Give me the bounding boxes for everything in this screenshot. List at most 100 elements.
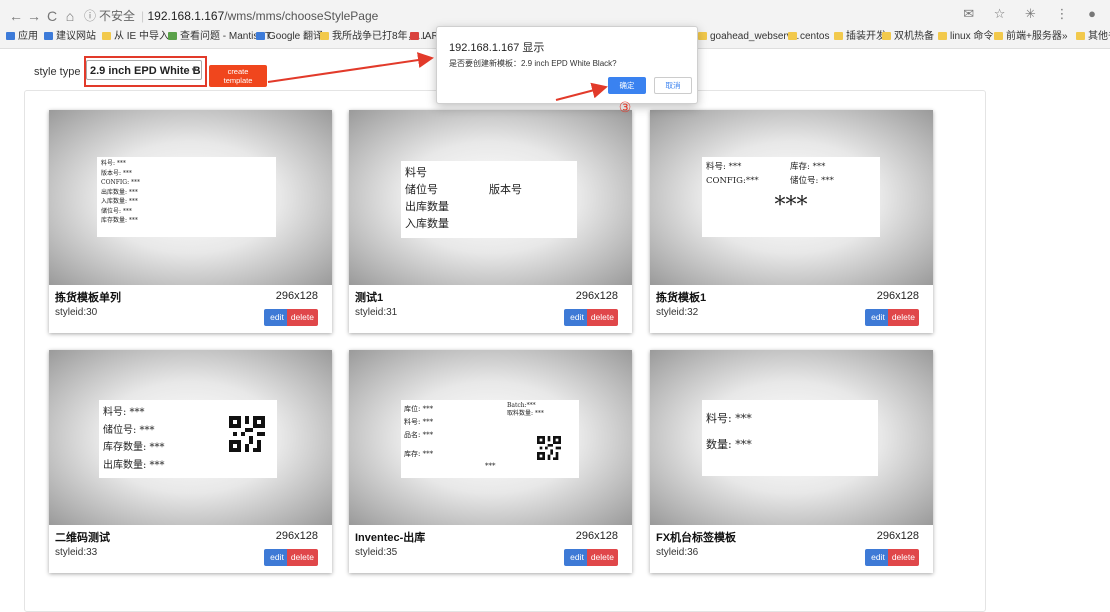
create-template-button[interactable]: create template	[209, 65, 267, 87]
template-styleid: styleid:30	[55, 307, 98, 318]
dialog-cancel-button[interactable]: 取消	[654, 77, 692, 94]
address-row: ← → C ⌂ ⓘ 不安全 | 192.168.1.167/wms/mms/choo…	[0, 4, 1110, 28]
edit-button[interactable]: edit	[264, 549, 290, 566]
address-bar[interactable]: ⓘ 不安全 | 192.168.1.167/wms/mms/chooseStyleP…	[84, 6, 378, 26]
edit-button[interactable]: edit	[564, 309, 590, 326]
bookmark-item[interactable]: 建议网站	[44, 31, 96, 43]
bookmarks-overflow[interactable]: »	[1062, 31, 1068, 43]
confirm-dialog: 192.168.1.167 显示 是否要创建新模板：2.9 inch EPD W…	[436, 26, 698, 104]
template-card[interactable]: 料号 储位号 版本号 出库数量 入库数量 测试1 296x128 styleid:3…	[349, 110, 632, 333]
template-size: 296x128	[876, 530, 919, 542]
delete-button[interactable]: delete	[887, 549, 919, 566]
qr-code-icon	[229, 416, 265, 452]
template-name: 测试1	[355, 292, 384, 304]
bookmark-item[interactable]: centos	[788, 31, 829, 43]
delete-button[interactable]: delete	[887, 309, 919, 326]
template-size: 296x128	[876, 290, 919, 302]
template-card[interactable]: 料号: *** 版本号: *** CONFIG: *** 出库数量: *** 入库数量:…	[49, 110, 332, 333]
iar-icon	[410, 32, 419, 40]
arrow-to-dialog	[267, 52, 434, 83]
bookmark-item[interactable]: 双机热备	[882, 31, 934, 43]
dialog-title: 192.168.1.167 显示	[449, 42, 545, 54]
template-preview: 料号: *** 库存: *** CONFIG:*** 储位号: *** ***	[650, 110, 933, 285]
bookmark-item[interactable]: linux 命令	[938, 31, 993, 43]
folder-icon	[788, 32, 797, 40]
template-styleid: styleid:33	[55, 547, 98, 558]
create-button-line1: create	[227, 67, 249, 76]
template-card[interactable]: 料号: *** 数量: *** FX机台标签模板 296x128 styleid:…	[650, 350, 933, 573]
template-size: 296x128	[275, 530, 318, 542]
label-preview: 料号 储位号 版本号 出库数量 入库数量	[401, 161, 577, 238]
bookmark-item[interactable]: IAR	[410, 31, 439, 43]
folder-icon	[882, 32, 891, 40]
url-path: /wms/mms/chooseStylePage	[224, 9, 379, 23]
select-highlight-box	[84, 56, 207, 87]
delete-button[interactable]: delete	[286, 549, 318, 566]
apps-icon	[6, 32, 15, 40]
folder-icon	[834, 32, 843, 40]
label-preview: 料号: *** 储位号: *** 库存数量: *** 出库数量: ***	[99, 400, 277, 478]
create-button-line2: template	[223, 76, 253, 85]
style-type-label: style type :	[34, 66, 87, 78]
dialog-message: 是否要创建新模板：2.9 inch EPD White Black?	[449, 59, 617, 68]
template-name: 二维码测试	[55, 532, 110, 544]
folder-icon	[938, 32, 947, 40]
template-name: Inventec-出库	[355, 532, 426, 544]
edit-button[interactable]: edit	[264, 309, 290, 326]
label-preview: 库位: *** 料号: *** 品名: *** 库存: *** Batch:*** …	[401, 400, 579, 478]
template-styleid: styleid:36	[656, 547, 699, 558]
template-name: FX机台标签模板	[656, 532, 737, 544]
template-card[interactable]: 料号: *** 储位号: *** 库存数量: *** 出库数量: *** 二维码测试 …	[49, 350, 332, 573]
template-styleid: styleid:35	[355, 547, 398, 558]
info-icon[interactable]: ⓘ	[84, 9, 96, 23]
edit-button[interactable]: edit	[564, 549, 590, 566]
marker-3: ③	[618, 99, 632, 115]
bookmark-apps[interactable]: 应用	[6, 31, 38, 43]
template-preview: 料号: *** 储位号: *** 库存数量: *** 出库数量: ***	[49, 350, 332, 525]
delete-button[interactable]: delete	[586, 549, 618, 566]
bookmark-item[interactable]: 插装开发	[834, 31, 886, 43]
mantis-icon	[168, 32, 177, 40]
template-preview: 料号 储位号 版本号 出库数量 入库数量	[349, 110, 632, 285]
bing-icon	[44, 32, 53, 40]
page-icon	[320, 32, 329, 40]
folder-icon	[1076, 32, 1085, 40]
back-icon[interactable]: ←	[8, 7, 24, 25]
toolbar-icons[interactable]: ✉ ☆ ✳ ⋮ ●	[963, 6, 1104, 22]
folder-icon	[102, 32, 111, 40]
template-name: 拣货模板1	[656, 292, 707, 304]
bookmark-item[interactable]: 前端+服务器	[994, 31, 1062, 43]
template-card[interactable]: 库位: *** 料号: *** 品名: *** 库存: *** Batch:*** …	[349, 350, 632, 573]
qr-code-icon	[537, 436, 561, 460]
dialog-ok-button[interactable]: 确定	[608, 77, 646, 94]
home-icon[interactable]: ⌂	[62, 7, 78, 25]
bookmark-item[interactable]: 从 IE 中导入	[102, 31, 169, 43]
template-styleid: styleid:32	[656, 307, 699, 318]
label-preview: 料号: *** 库存: *** CONFIG:*** 储位号: *** ***	[702, 157, 880, 237]
template-size: 296x128	[575, 530, 618, 542]
template-preview: 料号: *** 数量: ***	[650, 350, 933, 525]
template-preview: 料号: *** 版本号: *** CONFIG: *** 出库数量: *** 入库数量:…	[49, 110, 332, 285]
template-name: 拣货模板单列	[55, 292, 121, 304]
forward-icon[interactable]: →	[26, 7, 42, 25]
folder-icon	[994, 32, 1003, 40]
reload-icon[interactable]: C	[44, 7, 60, 25]
translate-icon	[256, 32, 265, 40]
template-preview: 库位: *** 料号: *** 品名: *** 库存: *** Batch:*** …	[349, 350, 632, 525]
template-styleid: styleid:31	[355, 307, 398, 318]
edit-button[interactable]: edit	[865, 309, 891, 326]
label-preview: 料号: *** 版本号: *** CONFIG: *** 出库数量: *** 入库数量:…	[97, 157, 276, 237]
delete-button[interactable]: delete	[286, 309, 318, 326]
label-preview: 料号: *** 数量: ***	[702, 400, 878, 476]
delete-button[interactable]: delete	[586, 309, 618, 326]
insecure-label: 不安全	[99, 9, 136, 23]
template-size: 296x128	[275, 290, 318, 302]
bookmark-other[interactable]: 其他书签	[1076, 31, 1110, 43]
url-host: 192.168.1.167	[147, 9, 225, 23]
bookmark-item[interactable]: goahead_webserv...	[698, 31, 799, 43]
template-size: 296x128	[575, 290, 618, 302]
template-card[interactable]: 料号: *** 库存: *** CONFIG:*** 储位号: *** *** 拣货…	[650, 110, 933, 333]
edit-button[interactable]: edit	[865, 549, 891, 566]
folder-icon	[698, 32, 707, 40]
bookmark-item[interactable]: Google 翻译	[256, 31, 323, 43]
